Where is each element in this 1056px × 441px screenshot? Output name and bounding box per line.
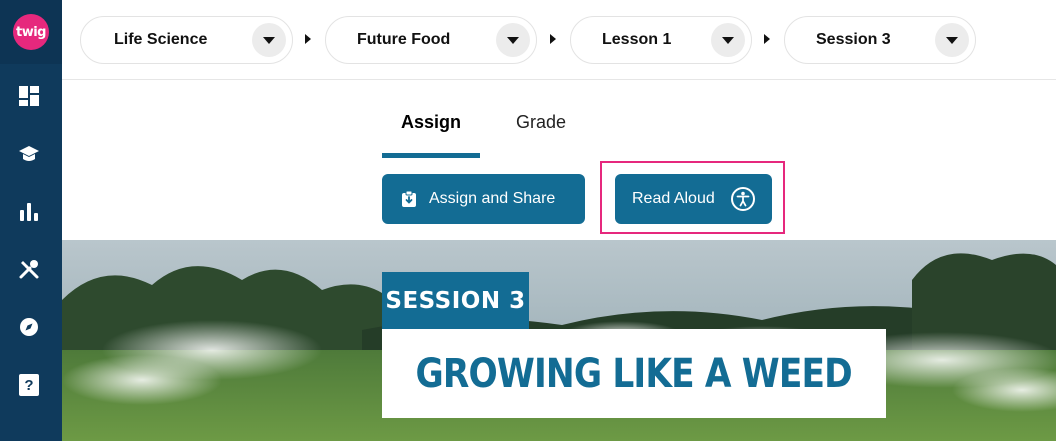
help-label: ? bbox=[19, 374, 39, 396]
chevron-down-icon[interactable] bbox=[496, 23, 530, 57]
tools-icon[interactable] bbox=[14, 254, 44, 284]
breadcrumb-item-lesson-1[interactable]: Lesson 1 bbox=[570, 16, 752, 64]
breadcrumb-label: Life Science bbox=[114, 31, 208, 48]
accessibility-icon bbox=[730, 186, 756, 217]
chevron-down-icon[interactable] bbox=[252, 23, 286, 57]
breadcrumb-label: Session 3 bbox=[816, 31, 891, 48]
read-aloud-button[interactable]: Read Aloud bbox=[615, 174, 772, 224]
assign-and-share-button[interactable]: Assign and Share bbox=[382, 174, 585, 224]
graduation-cap-icon[interactable] bbox=[14, 139, 44, 169]
bar-chart-icon[interactable] bbox=[14, 196, 44, 226]
app-root: twig ? Life Science Future Food Lesson 1… bbox=[0, 0, 1056, 441]
dashboard-icon[interactable] bbox=[14, 81, 44, 111]
breadcrumb-item-session-3[interactable]: Session 3 bbox=[784, 16, 976, 64]
tab-label: Grade bbox=[515, 112, 567, 132]
chevron-down-icon[interactable] bbox=[711, 23, 745, 57]
session-title: GROWING LIKE A WEED bbox=[415, 350, 853, 397]
breadcrumb-label: Future Food bbox=[357, 31, 451, 48]
session-badge: SESSION 3 bbox=[382, 272, 529, 329]
breadcrumb-separator-icon bbox=[764, 34, 770, 44]
tab-assign[interactable]: Assign bbox=[382, 112, 480, 158]
chevron-down-icon[interactable] bbox=[935, 23, 969, 57]
logo[interactable]: twig bbox=[0, 0, 62, 64]
tab-label: Assign bbox=[400, 112, 461, 132]
help-icon[interactable]: ? bbox=[14, 370, 44, 400]
read-aloud-label: Read Aloud bbox=[632, 190, 715, 207]
breadcrumb-separator-icon bbox=[305, 34, 311, 44]
tab-grade[interactable]: Grade bbox=[500, 112, 582, 158]
breadcrumb-item-life-science[interactable]: Life Science bbox=[80, 16, 293, 64]
breadcrumb-item-future-food[interactable]: Future Food bbox=[325, 16, 537, 64]
breadcrumb-separator-icon bbox=[550, 34, 556, 44]
clipboard-download-icon bbox=[400, 190, 418, 213]
assign-and-share-label: Assign and Share bbox=[429, 190, 556, 207]
session-title-box: GROWING LIKE A WEED bbox=[382, 329, 886, 418]
breadcrumb-label: Lesson 1 bbox=[602, 31, 672, 48]
sidebar: twig ? bbox=[0, 0, 62, 441]
twig-logo: twig bbox=[13, 14, 49, 50]
compass-icon[interactable] bbox=[14, 312, 44, 342]
